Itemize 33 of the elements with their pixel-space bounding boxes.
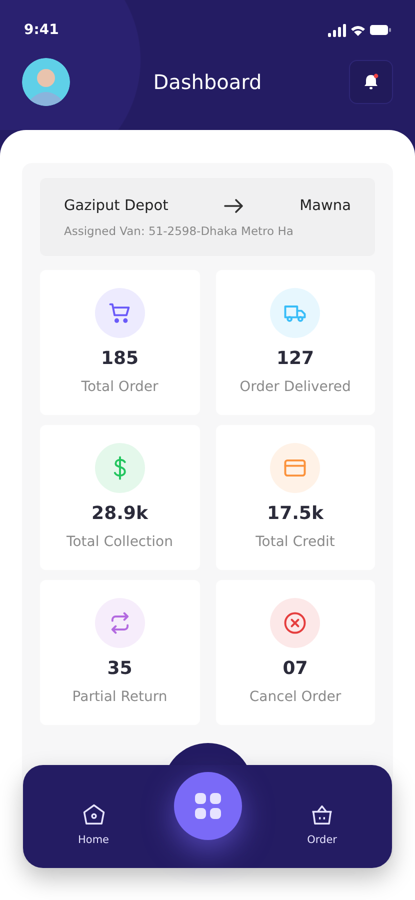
stat-label: Cancel Order [249, 689, 342, 705]
page-title: Dashboard [153, 70, 262, 94]
stat-card[interactable]: 35 Partial Return [40, 580, 200, 725]
arrow-icon [222, 198, 245, 214]
stat-value: 17.5k [267, 503, 324, 524]
stat-card[interactable]: 07 Cancel Order [216, 580, 375, 725]
status-time: 9:41 [24, 22, 59, 38]
home-icon [80, 802, 106, 828]
home-tab[interactable]: Home [78, 802, 110, 846]
battery-icon [370, 25, 391, 35]
stat-card[interactable]: 127 Order Delivered [216, 270, 375, 415]
stat-label: Total Credit [256, 534, 335, 550]
avatar[interactable] [22, 58, 70, 106]
notification-button[interactable] [348, 60, 393, 104]
grid-icon [194, 792, 222, 820]
stat-label: Partial Return [72, 689, 168, 705]
stat-value: 07 [282, 658, 308, 679]
stat-value: 35 [107, 658, 132, 679]
stat-value: 127 [276, 348, 314, 369]
stat-value: 28.9k [92, 503, 148, 524]
stat-label: Total Order [81, 379, 158, 395]
wifi-icon [351, 24, 365, 36]
signal-icon [328, 24, 346, 36]
stat-value: 185 [100, 348, 139, 369]
route-origin: Gaziput Depot [64, 198, 168, 214]
stat-card[interactable]: 17.5k Total Credit [216, 425, 375, 570]
route-destination: Mawna [300, 198, 351, 214]
stat-card[interactable]: 28.9k Total Collection [40, 425, 200, 570]
order-tab[interactable]: Order [307, 802, 337, 846]
stat-label: Order Delivered [240, 379, 351, 395]
assigned-van: Assigned Van: 51-2598-Dhaka Metro Ha [64, 224, 294, 238]
stat-card[interactable]: 185 Total Order [40, 270, 200, 415]
stat-label: Total Collection [66, 534, 173, 550]
